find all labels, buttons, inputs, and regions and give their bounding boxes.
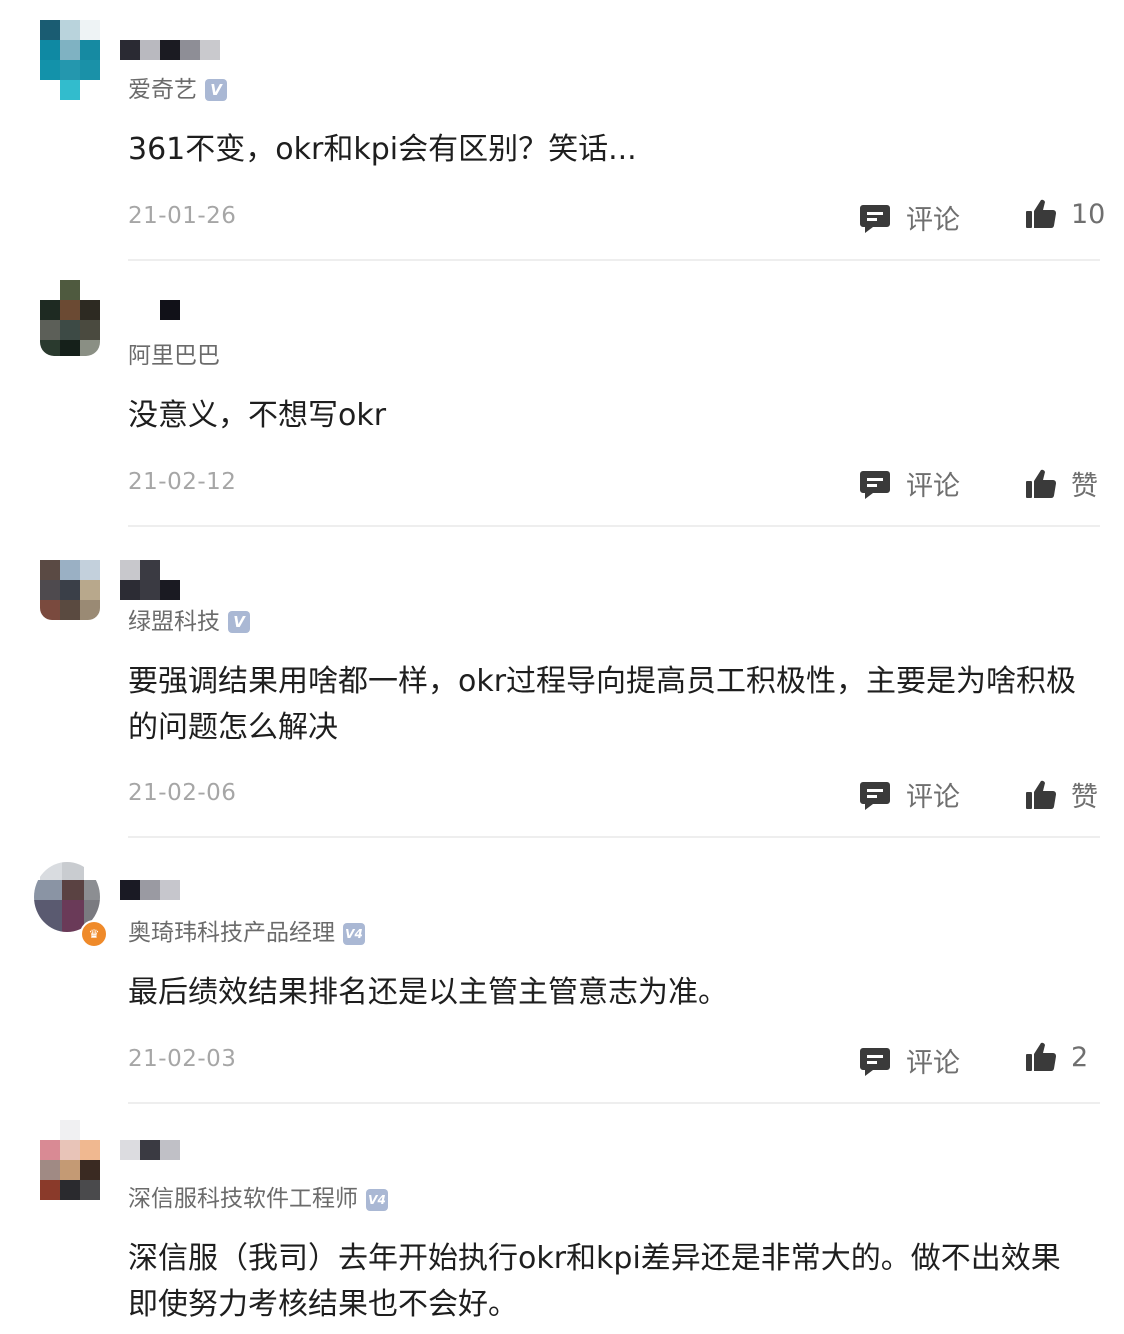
comment-text: 深信服（我司）去年开始执行okr和kpi差异还是非常大的。做不出效果即使努力考核… [128, 1241, 1061, 1322]
company-label: 爱奇艺 V [128, 70, 227, 104]
divider [128, 1102, 1100, 1104]
company-label: 阿里巴巴 [128, 343, 220, 369]
comment-text: 要强调结果用啥都一样，okr过程导向提高员工积极性，主要是为啥积极的问题怎么解决 [128, 664, 1077, 745]
comment-button[interactable]: 评论 [860, 1041, 960, 1080]
comment-bubble-icon [860, 779, 890, 811]
thumbs-up-icon [1025, 468, 1057, 500]
verified-badge-icon: V [205, 79, 227, 101]
verified-badge-icon: V [228, 611, 250, 633]
comment-text: 361不变，okr和kpi会有区别？笑话... [128, 132, 637, 167]
comment-bubble-icon [860, 468, 890, 500]
comment-date: 21-01-26 [128, 203, 237, 229]
username-redacted[interactable] [120, 40, 220, 60]
comment-button[interactable]: 评论 [860, 198, 960, 237]
thumbs-up-icon [1025, 1041, 1057, 1073]
verified-badge-icon: V4 [366, 1189, 388, 1211]
divider [128, 259, 1100, 261]
crown-icon: ♛ [80, 920, 108, 948]
divider [128, 525, 1100, 527]
comment-text: 没意义，不想写okr [128, 398, 387, 433]
avatar[interactable] [40, 560, 100, 640]
username-redacted[interactable] [120, 300, 180, 320]
company-label: 奥琦玮科技产品经理 V4 [128, 913, 365, 947]
company-label: 深信服科技软件工程师 V4 [128, 1179, 388, 1213]
comment-date: 21-02-12 [128, 469, 237, 495]
company-label: 绿盟科技 V [128, 602, 250, 636]
comment-button[interactable]: 评论 [860, 464, 960, 503]
comment-bubble-icon [860, 1045, 890, 1077]
avatar[interactable] [40, 280, 100, 360]
avatar[interactable] [40, 20, 100, 100]
verified-badge-icon: V4 [343, 923, 365, 945]
comment-bubble-icon [860, 202, 890, 234]
username-redacted[interactable] [120, 1140, 180, 1160]
avatar[interactable] [40, 1120, 100, 1200]
comment-text: 最后绩效结果排名还是以主管主管意志为准。 [128, 975, 728, 1010]
comment-button[interactable]: 评论 [860, 775, 960, 814]
like-button[interactable]: 赞 [1025, 775, 1098, 814]
like-button[interactable]: 10 [1025, 198, 1105, 230]
thumbs-up-icon [1025, 198, 1057, 230]
thumbs-up-icon [1025, 779, 1057, 811]
username-redacted[interactable] [120, 560, 180, 600]
comment-date: 21-02-06 [128, 780, 237, 806]
comment-date: 21-02-03 [128, 1046, 237, 1072]
divider [128, 836, 1100, 838]
username-redacted[interactable] [120, 880, 180, 900]
like-button[interactable]: 2 [1025, 1041, 1088, 1073]
like-button[interactable]: 赞 [1025, 464, 1098, 503]
